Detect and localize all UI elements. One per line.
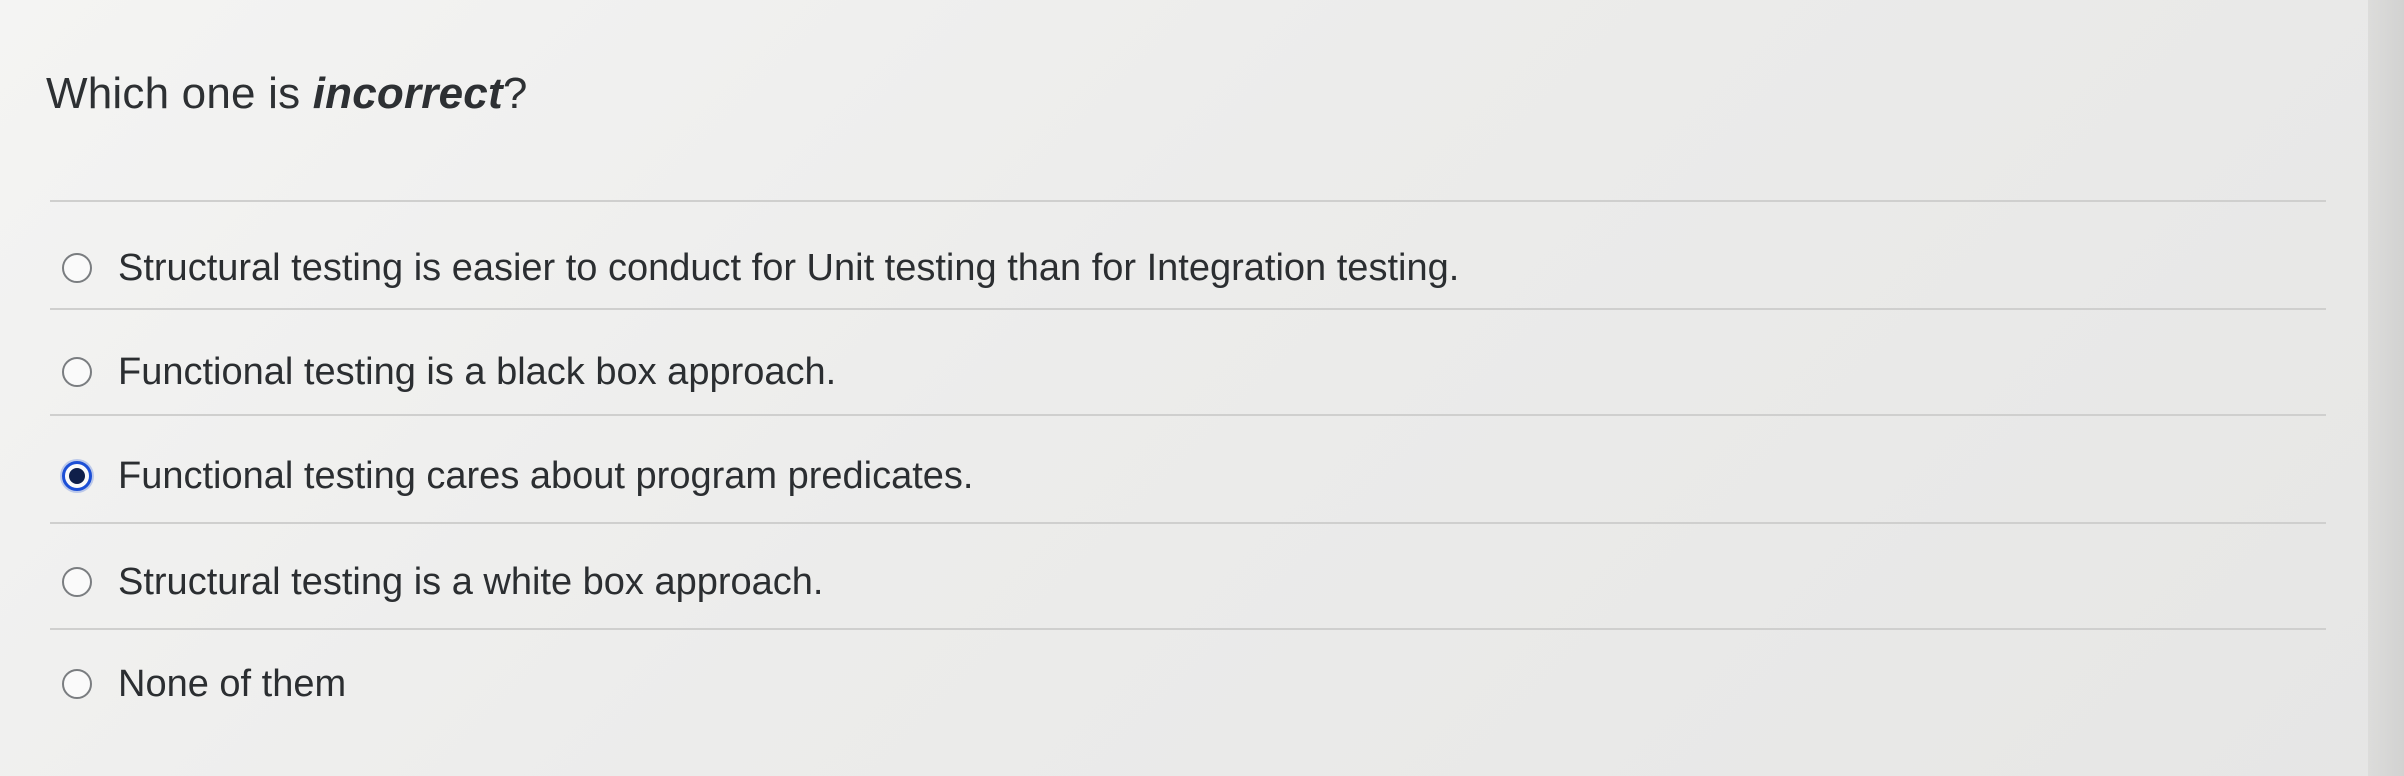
option-label: Structural testing is a white box approa… (118, 560, 824, 603)
divider (50, 628, 2326, 630)
option-functional-predicates[interactable]: Functional testing cares about program p… (62, 446, 973, 506)
option-structural-unit[interactable]: Structural testing is easier to conduct … (62, 238, 1459, 298)
option-none-of-them[interactable]: None of them (62, 654, 346, 714)
option-label: None of them (118, 662, 347, 705)
option-functional-black-box[interactable]: Functional testing is a black box approa… (62, 342, 836, 402)
divider (50, 308, 2326, 310)
radio-button[interactable] (62, 669, 92, 699)
background-edge (2368, 0, 2404, 776)
question-suffix: ? (502, 69, 528, 118)
question-title: Which one is incorrect? (46, 68, 527, 121)
question-emphasis: incorrect (312, 69, 503, 118)
radio-button-selected[interactable] (62, 461, 92, 491)
divider (50, 522, 2326, 524)
radio-button[interactable] (62, 253, 92, 283)
option-label: Functional testing is a black box approa… (118, 350, 837, 393)
option-structural-white-box[interactable]: Structural testing is a white box approa… (62, 552, 824, 612)
divider (50, 414, 2326, 416)
radio-button[interactable] (62, 567, 92, 597)
option-label: Functional testing cares about program p… (118, 454, 974, 497)
question-prefix: Which one is (46, 69, 313, 118)
divider (50, 200, 2326, 202)
option-label: Structural testing is easier to conduct … (118, 246, 1460, 289)
radio-button[interactable] (62, 357, 92, 387)
